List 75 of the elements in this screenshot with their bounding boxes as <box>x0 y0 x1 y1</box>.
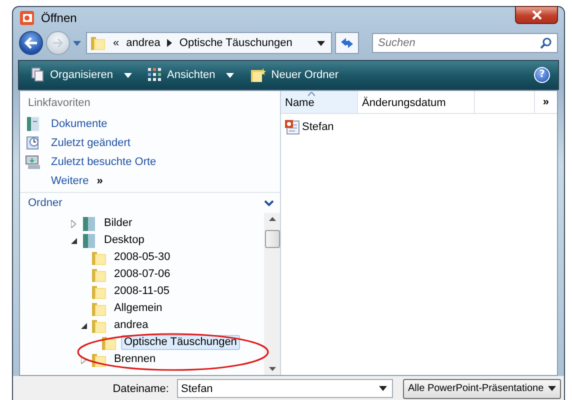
search-field[interactable]: Suchen <box>372 33 558 53</box>
caret-icon[interactable] <box>317 40 325 46</box>
folder-icon <box>91 300 107 316</box>
menu-button[interactable]: Organisieren <box>27 65 136 85</box>
caret-icon <box>124 72 132 78</box>
expanded-arrow-icon[interactable] <box>70 238 77 244</box>
folders-header[interactable]: Ordner <box>20 192 280 213</box>
folder-icon <box>91 266 107 282</box>
expanded-arrow-icon[interactable] <box>80 322 87 328</box>
app-icon <box>19 10 35 26</box>
tree-item[interactable]: 2008-07-06 <box>111 267 174 282</box>
clock-folder-icon <box>25 134 41 150</box>
scrollbar[interactable] <box>264 213 280 375</box>
more-columns-button[interactable]: » <box>534 91 557 113</box>
library-icon <box>81 216 97 232</box>
tree-item[interactable]: 2008-11-05 <box>111 284 172 299</box>
overflow-chevron[interactable]: « <box>113 37 120 49</box>
tree-item[interactable]: Allgemein <box>111 301 166 316</box>
computer-icon <box>25 154 41 170</box>
folder-icon <box>91 318 107 334</box>
search-icon <box>540 37 552 49</box>
tree-item[interactable]: Optische Täuschungen <box>121 335 240 350</box>
refresh-icon <box>339 36 355 50</box>
document-library-icon <box>25 116 41 132</box>
filename-label: Dateiname: <box>112 382 170 394</box>
folder-icon <box>91 352 107 368</box>
separator-arrow-icon[interactable] <box>167 39 172 47</box>
scroll-down-icon[interactable] <box>268 367 276 371</box>
tree-item[interactable]: andrea <box>111 318 152 333</box>
file-type-dropdown[interactable]: Alle PowerPoint-Präsentatione <box>403 378 561 398</box>
more-link[interactable]: Weitere <box>51 174 89 186</box>
library-icon <box>81 232 97 248</box>
section-heading: Linkfavoriten <box>27 96 92 111</box>
column-header[interactable]: Änderungsdatum <box>358 91 475 113</box>
folders-label: Ordner <box>28 197 62 209</box>
grid-icon <box>148 68 162 82</box>
menu-button[interactable]: Ansichten <box>144 66 238 84</box>
back-button[interactable] <box>19 31 43 55</box>
tree-item[interactable]: 2008-05-30 <box>111 250 174 265</box>
toolbar-button[interactable]: Neuer Ordner <box>246 65 343 85</box>
right-arrow-icon <box>52 38 64 48</box>
caret-icon <box>548 386 556 391</box>
column-header[interactable]: Name <box>281 91 358 113</box>
breadcrumb-item[interactable]: andrea <box>126 37 160 49</box>
presentation-file-icon <box>284 119 300 135</box>
favorite-link[interactable]: Zuletzt geändert <box>20 133 280 152</box>
history-caret-icon[interactable] <box>73 40 81 46</box>
address-bar[interactable]: « andrea Optische Täuschungen <box>86 32 332 54</box>
folder-icon <box>91 284 107 300</box>
tree-item[interactable]: Brennen <box>111 352 159 367</box>
tree-item[interactable]: Bilder <box>101 216 136 231</box>
collapsed-arrow-icon[interactable] <box>80 356 87 364</box>
refresh-button[interactable] <box>335 32 359 54</box>
tree-item[interactable]: Desktop <box>101 233 148 248</box>
favorite-link[interactable]: Zuletzt besuchte Orte <box>20 152 280 171</box>
filename-field[interactable]: Stefan <box>177 379 393 398</box>
caret-icon <box>226 72 234 78</box>
folder-icon <box>101 334 117 350</box>
double-chevron[interactable]: » <box>96 174 103 186</box>
folder-icon <box>91 250 107 266</box>
close-button[interactable] <box>515 6 558 24</box>
caret-icon[interactable] <box>379 386 387 391</box>
new-folder-icon <box>250 67 266 83</box>
collapsed-arrow-icon[interactable] <box>70 220 77 228</box>
left-arrow-icon <box>24 37 38 49</box>
close-icon <box>530 10 542 20</box>
folder-icon <box>90 35 106 51</box>
scroll-up-icon[interactable] <box>268 217 276 221</box>
chevron-icon <box>264 200 274 206</box>
pages-icon <box>31 67 45 83</box>
window-title: Öffnen <box>41 10 78 24</box>
scroll-thumb[interactable] <box>264 230 280 248</box>
favorite-link[interactable]: Dokumente <box>20 114 280 133</box>
file-item[interactable]: Stefan <box>281 114 557 140</box>
breadcrumb-item[interactable]: Optische Täuschungen <box>179 37 292 49</box>
